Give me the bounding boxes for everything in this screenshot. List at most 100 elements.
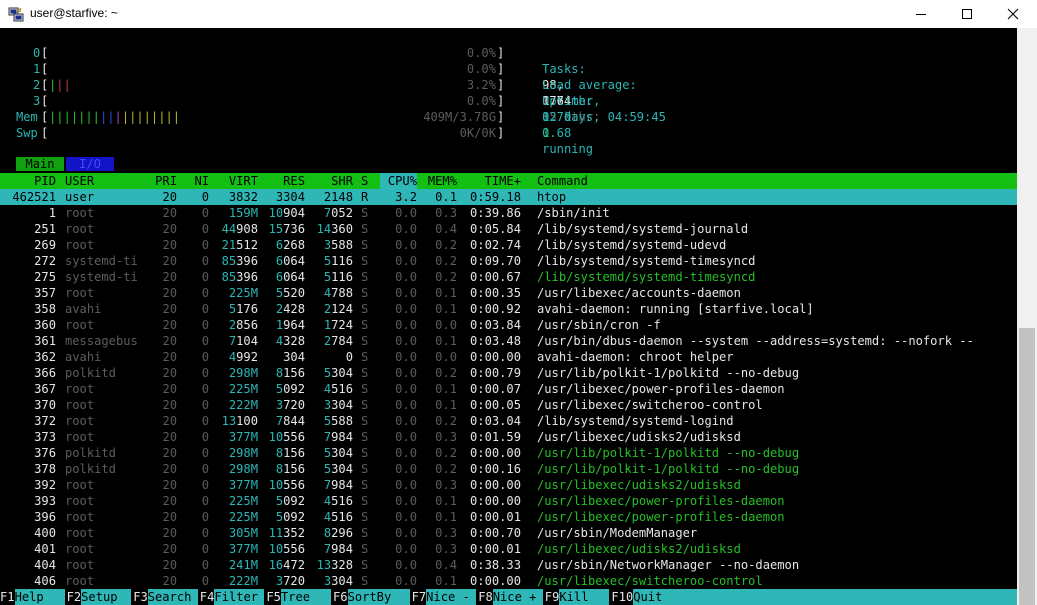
- table-row[interactable]: 404 root 20 0 241M 16472 13328 S 0.0 0.4 0:38.33/u…: [0, 557, 1017, 573]
- table-row[interactable]: 376 polkitd 20 0 298M 8156 5304 S 0.0 0.2 0:00.00 /…: [0, 445, 1017, 461]
- vertical-scrollbar[interactable]: [1017, 28, 1037, 605]
- fkey-setup[interactable]: F2Setup: [67, 589, 132, 605]
- cell-pid: 372: [34, 414, 56, 428]
- table-row[interactable]: 362 avahi 20 0 4992 304 0 S 0.0 0.0 0:00.00 avahi-d…: [0, 349, 1017, 365]
- cell-pri: 20: [162, 334, 177, 348]
- column-header-mem[interactable]: MEM%: [420, 173, 457, 189]
- cell-shr: 3588: [323, 238, 353, 252]
- cell-shr: 5304: [323, 446, 353, 460]
- fkey-label: Tree: [280, 589, 331, 605]
- cell-ni: 0: [201, 222, 209, 236]
- table-row[interactable]: 406 root 20 0 222M 3720 3304 S 0.0 0.1 0:00.00/usr…: [0, 573, 1017, 589]
- minimize-button[interactable]: [898, 0, 944, 28]
- cell-s: S: [361, 350, 369, 364]
- cell-virt: 2856: [228, 318, 258, 332]
- cell-virt: 5176: [228, 302, 258, 316]
- column-header-cpu[interactable]: CPU%: [380, 173, 417, 189]
- table-row[interactable]: 370 root 20 0 222M 3720 3304 S 0.0 0.1 0:00.05/usr…: [0, 397, 1017, 413]
- cell-user: root: [65, 382, 95, 396]
- cell-ni: 0: [201, 190, 209, 204]
- fkey-key: F3: [133, 590, 148, 604]
- cell-cpu: 0.0: [395, 382, 417, 396]
- cell-virt: 3832: [228, 190, 258, 204]
- table-row[interactable]: 357 root 20 0 225M 5520 4788 S 0.0 0.1 0:00.35/usr…: [0, 285, 1017, 301]
- cell-shr: 5116: [323, 270, 353, 284]
- table-row[interactable]: 462521 user 20 0 3832 3304 2148 R 3.2 0.1 0:59.18 h…: [0, 189, 1017, 205]
- cell-ni: 0: [201, 366, 209, 380]
- close-button[interactable]: [990, 0, 1036, 28]
- scrollbar-thumb[interactable]: [1019, 328, 1035, 605]
- cell-shr: 8296: [323, 526, 353, 540]
- table-row[interactable]: 392 root 20 0 377M 10556 7984 S 0.0 0.3 0:00.00/us…: [0, 477, 1017, 493]
- cell-shr: 5116: [323, 254, 353, 268]
- column-header-user[interactable]: USER: [65, 173, 145, 189]
- fkey-label: Nice +: [492, 589, 543, 605]
- cell-shr: 4516: [323, 510, 353, 524]
- table-row[interactable]: 378 polkitd 20 0 298M 8156 5304 S 0.0 0.2 0:00.16 /…: [0, 461, 1017, 477]
- cell-time: 0:00.00: [470, 350, 521, 364]
- table-row[interactable]: 269 root 20 0 21512 6268 3588 S 0.0 0.2 0:02.74/li…: [0, 237, 1017, 253]
- table-row[interactable]: 360 root 20 0 2856 1964 1724 S 0.0 0.0 0:03.84/usr…: [0, 317, 1017, 333]
- table-row[interactable]: 373 root 20 0 377M 10556 7984 S 0.0 0.3 0:01.59/us…: [0, 429, 1017, 445]
- fkey-quit[interactable]: F10Quit: [611, 589, 1017, 605]
- table-row[interactable]: 358 avahi 20 0 5176 2428 2124 S 0.0 0.1 0:00.92 ava…: [0, 301, 1017, 317]
- cell-cmd: /usr/lib/polkit-1/polkitd --no-debug: [537, 446, 800, 460]
- column-header-ni[interactable]: NI: [185, 173, 209, 189]
- fkey-search[interactable]: F3Search: [133, 589, 198, 605]
- table-row[interactable]: 401 root 20 0 377M 10556 7984 S 0.0 0.3 0:00.01/us…: [0, 541, 1017, 557]
- cell-user: polkitd: [65, 366, 116, 380]
- cell-cpu: 0.0: [395, 350, 417, 364]
- table-row[interactable]: 1 root 20 0 159M 10904 7052 S 0.0 0.3 0:39.86/sbin…: [0, 205, 1017, 221]
- cell-mem: 0.2: [435, 462, 457, 476]
- column-header-pid[interactable]: PID: [0, 173, 56, 189]
- column-header-time[interactable]: TIME+: [465, 173, 521, 189]
- cell-shr: 7984: [323, 478, 353, 492]
- column-header-pri[interactable]: PRI: [150, 173, 177, 189]
- cell-s: S: [361, 254, 369, 268]
- table-row[interactable]: 393 root 20 0 225M 5092 4516 S 0.0 0.1 0:00.00/usr…: [0, 493, 1017, 509]
- fkey-help[interactable]: F1Help: [0, 589, 65, 605]
- fkey-kill[interactable]: F9Kill: [545, 589, 610, 605]
- cell-res: 8156: [275, 462, 305, 476]
- cell-shr: 2148: [323, 190, 353, 204]
- cell-mem: 0.2: [435, 254, 457, 268]
- cell-shr: 3304: [323, 398, 353, 412]
- table-row[interactable]: 396 root 20 0 225M 5092 4516 S 0.0 0.1 0:00.01/usr…: [0, 509, 1017, 525]
- cell-mem: 0.2: [435, 414, 457, 428]
- table-row[interactable]: 367 root 20 0 225M 5092 4516 S 0.0 0.1 0:00.07/usr…: [0, 381, 1017, 397]
- table-row[interactable]: 251 root 20 0 44908 15736 14360 S 0.0 0.4 0:05.84 /…: [0, 221, 1017, 237]
- table-row[interactable]: 372 root 20 0 13100 7844 5588 S 0.0 0.2 0:03.04/li…: [0, 413, 1017, 429]
- cell-pid: 357: [34, 286, 56, 300]
- fkey-nice[interactable]: F8Nice +: [478, 589, 543, 605]
- cell-cpu: 0.0: [395, 302, 417, 316]
- cell-pri: 20: [162, 366, 177, 380]
- fkey-key: F9: [544, 590, 560, 604]
- cell-cpu: 0.0: [395, 318, 417, 332]
- column-header-shr[interactable]: SHR: [310, 173, 353, 189]
- uptime-meter: Uptime: 12 days, 04:59:45: [513, 77, 1013, 124]
- cpu-value: 0.0%: [466, 62, 496, 76]
- column-header-s[interactable]: S: [361, 173, 371, 189]
- table-row[interactable]: 400 root 20 0 305M 11352 8296 S 0.0 0.3 0:00.70/us…: [0, 525, 1017, 541]
- maximize-button[interactable]: [944, 0, 990, 28]
- cell-virt: 377M: [228, 430, 258, 444]
- tab-main[interactable]: Main: [16, 157, 64, 171]
- table-row[interactable]: 272 systemd-ti 20 0 85396 6064 5116 S 0.0 0.2 0:09…: [0, 253, 1017, 269]
- column-header-res[interactable]: RES: [262, 173, 305, 189]
- table-row[interactable]: 275 systemd-ti 20 0 85396 6064 5116 S 0.0 0.2 0:00…: [0, 269, 1017, 285]
- table-row[interactable]: 366 polkitd 20 0 298M 8156 5304 S 0.0 0.2 0:00.79 /…: [0, 365, 1017, 381]
- cell-pri: 20: [162, 286, 177, 300]
- terminal-area[interactable]: 0 [ 0.0% ] 1 [ 0.0% ] 2 [ ||| 3.2% ] 3 […: [0, 28, 1017, 605]
- fkey-tree[interactable]: F5Tree: [266, 589, 331, 605]
- cell-ni: 0: [201, 334, 209, 348]
- column-header-virt[interactable]: VIRT: [215, 173, 258, 189]
- fkey-filter[interactable]: F4Filter: [200, 589, 265, 605]
- fkey-nice[interactable]: F7Nice -: [412, 589, 477, 605]
- tab-io[interactable]: I/O: [66, 157, 114, 171]
- load-meter: Load average: 0.74 0.70 0.68: [513, 61, 1013, 140]
- column-header-cmd[interactable]: Command: [537, 173, 1017, 189]
- fkey-sortby[interactable]: F6SortBy: [333, 589, 410, 605]
- cell-shr: 7984: [323, 430, 353, 444]
- cell-virt: 44908: [221, 222, 258, 236]
- table-row[interactable]: 361 messagebus 20 0 7104 4328 2784 S 0.0 0.1 0:03.…: [0, 333, 1017, 349]
